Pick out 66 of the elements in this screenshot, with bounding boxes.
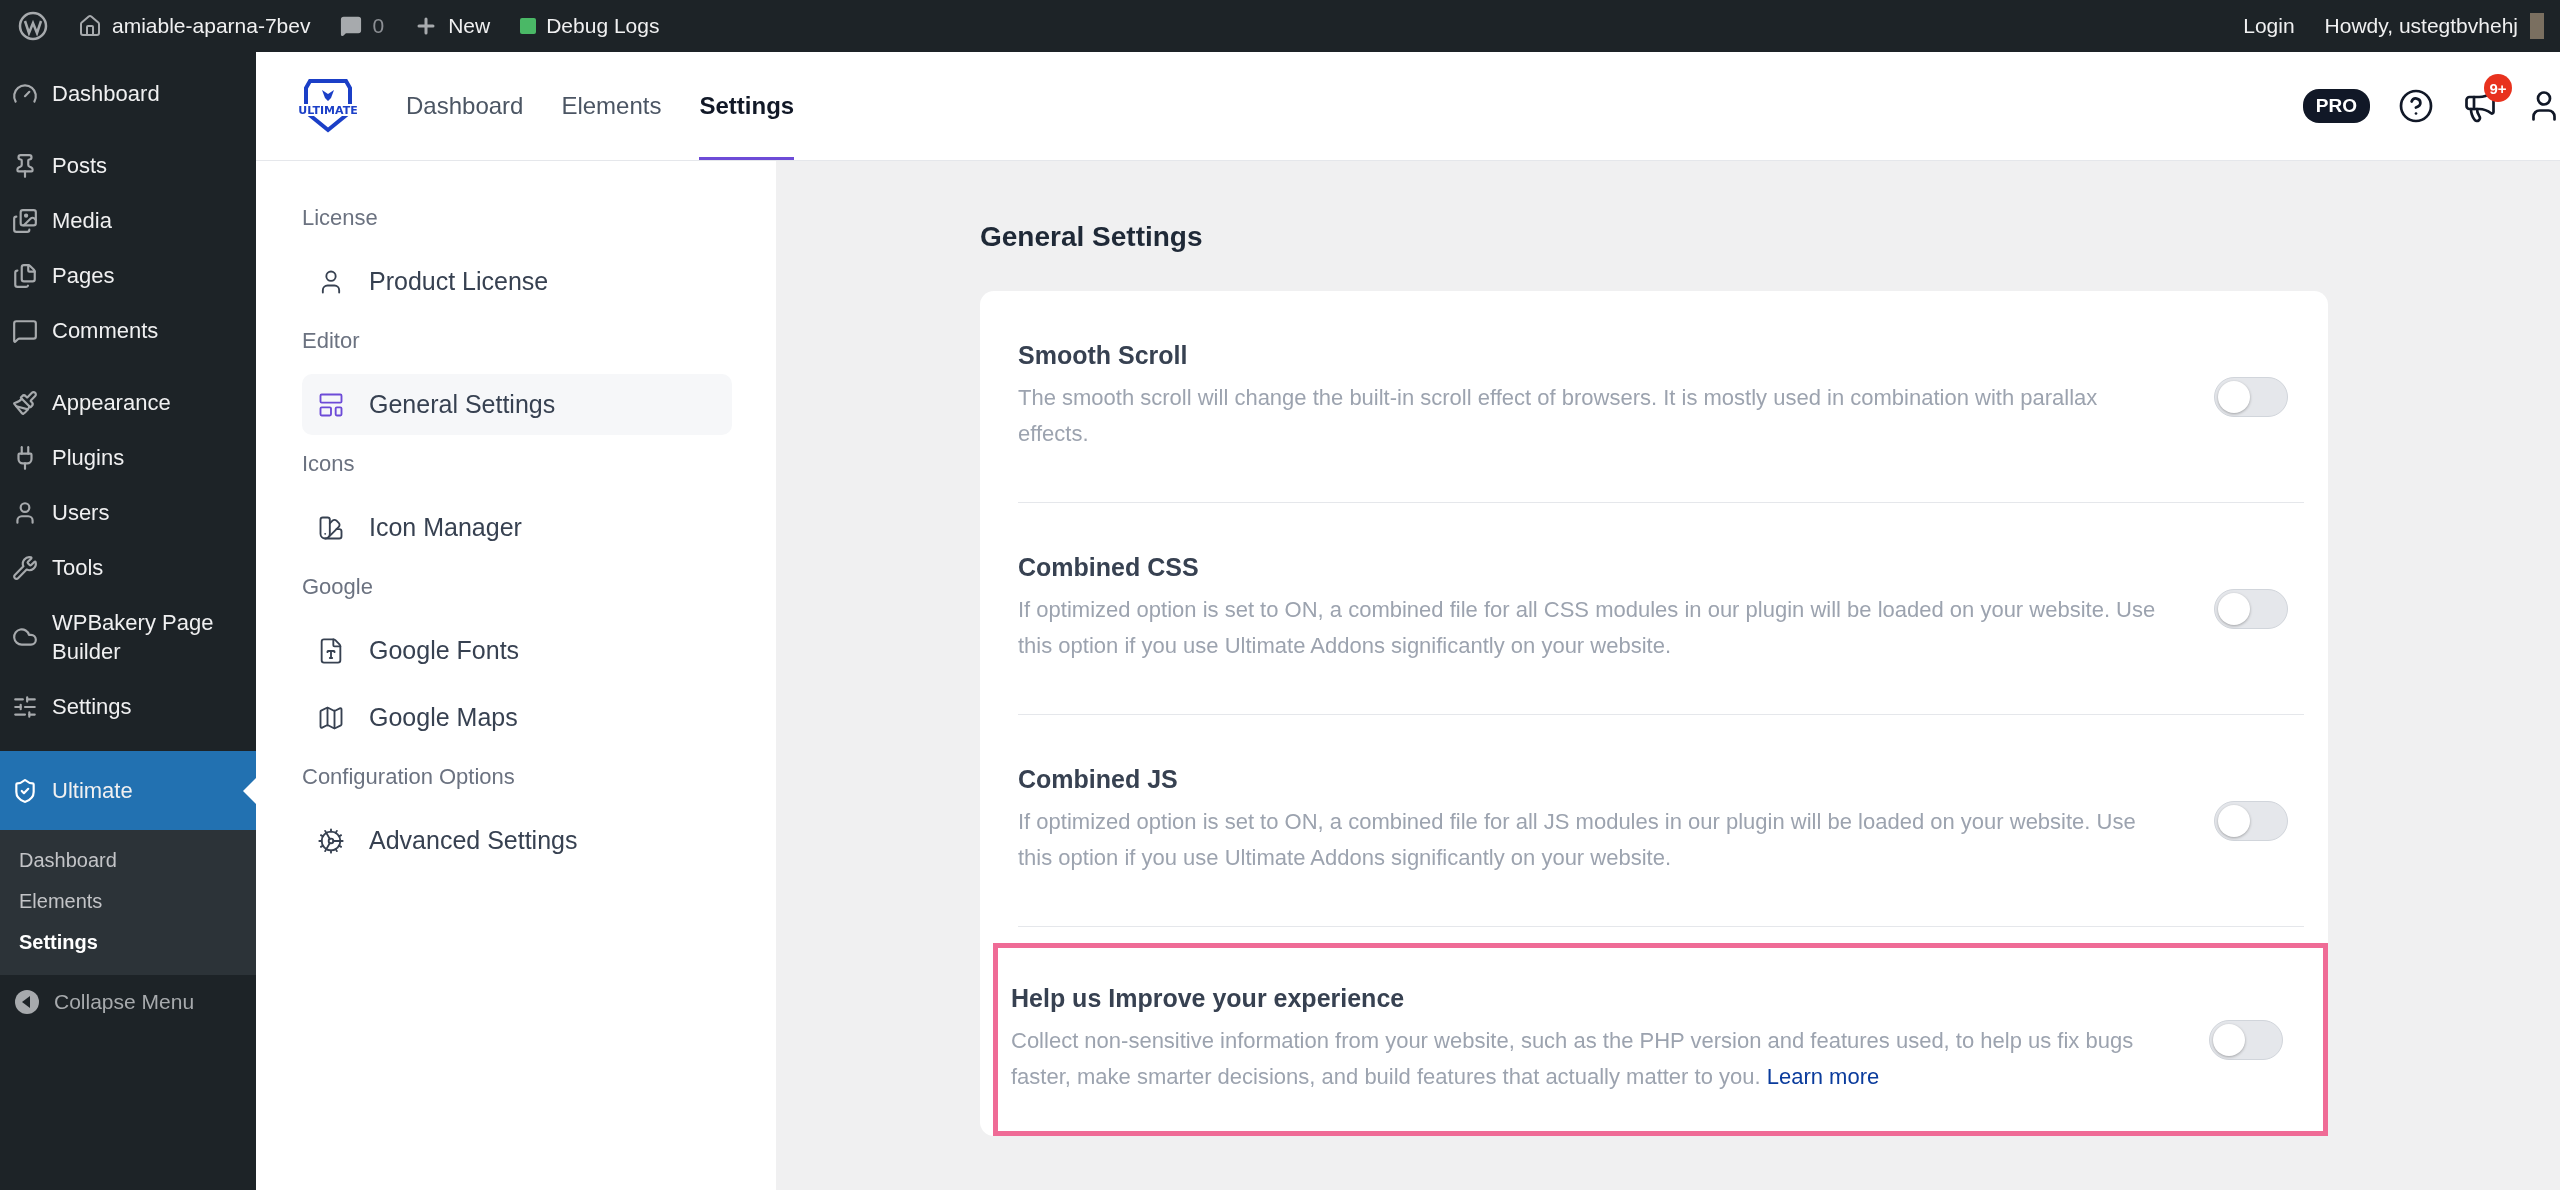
submenu-item[interactable]: Dashboard [0, 840, 256, 881]
option-title: Combined JS [1018, 765, 1179, 794]
section-label: Configuration Options [302, 764, 516, 790]
wordpress-logo-icon[interactable] [18, 11, 48, 41]
menu-item[interactable]: Tools [0, 540, 256, 595]
menu-item[interactable]: WPBakery Page Builder [0, 595, 256, 679]
status-square-icon [520, 18, 537, 34]
comments-link[interactable]: 0 [340, 14, 385, 38]
menu-item[interactable]: Media [0, 193, 256, 248]
menu-item[interactable]: Comments [0, 303, 256, 358]
settings-nav-item[interactable]: Google Fonts [302, 620, 732, 681]
option-title: Smooth Scroll [1018, 341, 1189, 370]
option-description: If optimized option is set to ON, a combined file for all JS modules in our plugin will be loaded on your website. Use this option if you use Ultimate Addons significantly on your website. [1018, 808, 2137, 872]
option-title: Help us Improve your experience [1011, 984, 1406, 1013]
option-title: Combined CSS [1018, 553, 1200, 582]
page-heading: General Settings [980, 221, 1204, 253]
menu-item[interactable]: Appearance [0, 375, 256, 430]
menu-item[interactable]: Dashboard [0, 66, 256, 121]
section-label: Icons [302, 451, 356, 477]
settings-nav-item[interactable]: Google Maps [302, 687, 732, 748]
menu-item-icon [12, 777, 38, 804]
menu-item-icon [12, 262, 38, 289]
avatar-placeholder [2530, 13, 2544, 39]
option-description: Collect non-sensitive information from your website, such as the PHP version and features used, to help us fix bugs faster, make smarter decisions, and build features that actually matter to you. Learn more [1011, 1027, 2135, 1091]
new-link[interactable]: New [414, 14, 491, 38]
nav-item-icon [317, 826, 345, 855]
menu-item-icon [12, 693, 38, 720]
notification-badge: 9+ [2484, 74, 2512, 102]
menu-item[interactable]: Posts [0, 138, 256, 193]
option-description: The smooth scroll will change the built-in scroll effect of browsers. It is mostly used in combination with parallax effects. [1018, 384, 2099, 448]
menu-item-icon [12, 554, 38, 581]
menu-item-icon [12, 207, 38, 234]
submenu-item[interactable]: Settings [0, 922, 256, 963]
section-label: License [302, 205, 379, 231]
settings-nav-item[interactable]: Product License [302, 251, 732, 312]
collapse-menu-button[interactable]: Collapse Menu [0, 979, 256, 1025]
help-button[interactable] [2398, 88, 2434, 124]
toggle-switch[interactable] [2214, 376, 2288, 417]
settings-nav-item[interactable]: Advanced Settings [302, 810, 732, 871]
toggle-switch[interactable] [2214, 588, 2288, 629]
nav-tab[interactable]: Dashboard [406, 52, 524, 160]
menu-item-icon [12, 389, 38, 416]
account-greeting[interactable]: Howdy, ustegtbvhehj [2324, 14, 2518, 38]
toggle-switch[interactable] [2209, 1019, 2283, 1060]
section-label: Editor [302, 328, 361, 354]
menu-item-icon [12, 317, 38, 344]
nav-tab[interactable]: Elements [561, 52, 662, 160]
settings-nav-item[interactable]: General Settings [302, 374, 732, 435]
settings-nav-item[interactable]: Icon Manager [302, 497, 732, 558]
collapse-icon [14, 989, 40, 1015]
home-icon [78, 14, 102, 38]
submenu-item[interactable]: Elements [0, 881, 256, 922]
option-description: If optimized option is set to ON, a combined file for all CSS modules in our plugin will be loaded on your website. Use this option if you use Ultimate Addons significantly on your website. [1018, 596, 2157, 660]
menu-item[interactable]: Users [0, 485, 256, 540]
section-label: Google [302, 574, 374, 600]
comment-icon [340, 15, 363, 37]
menu-item[interactable]: Settings [0, 679, 256, 734]
menu-item[interactable]: Ultimate [0, 751, 256, 830]
toggle-switch[interactable] [2214, 800, 2288, 841]
menu-item[interactable]: Plugins [0, 430, 256, 485]
pro-badge: PRO [2302, 89, 2370, 123]
site-name-link[interactable]: amiable-aparna-7bev [78, 14, 311, 38]
learn-more-link[interactable]: Learn more [1766, 1064, 1880, 1089]
debug-logs-link[interactable]: Debug Logs [520, 14, 660, 38]
menu-item[interactable]: Pages [0, 248, 256, 303]
login-link[interactable]: Login [2243, 14, 2295, 38]
